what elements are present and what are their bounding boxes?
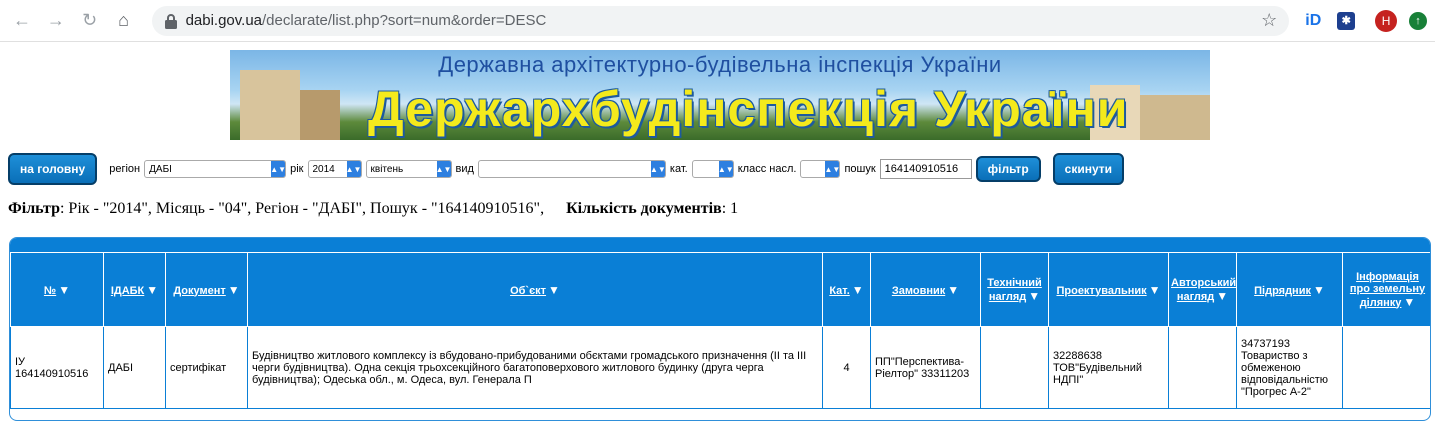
select-arrow-icon: ▲▼: [650, 161, 665, 177]
browser-toolbar: ← → ↻ ⌂ dabi.gov.ua/declarate/list.php?s…: [0, 0, 1435, 42]
year-label: рік: [290, 163, 304, 175]
cell-idabk: ДАБІ: [103, 326, 166, 409]
banner-building: [240, 70, 300, 140]
home-button[interactable]: на головну: [8, 153, 98, 185]
column-header-category[interactable]: Кат. ▼: [822, 252, 871, 327]
column-header-technical-supervision[interactable]: Технічний нагляд ▼: [980, 252, 1049, 327]
class-label: класс насл.: [737, 163, 797, 175]
url-path: /declarate/list.php?sort=num&order=DESC: [262, 12, 547, 29]
column-header-idabk[interactable]: ІДАБК ▼: [103, 252, 166, 327]
table-header-row: № ▼ ІДАБК ▼ Документ ▼ Об`єкт ▼ Кат. ▼ Замовн…: [10, 252, 1430, 327]
class-select[interactable]: ▲▼: [800, 160, 841, 178]
year-select[interactable]: 2014 ▲▼: [307, 160, 362, 178]
region-label: регіон: [109, 163, 141, 175]
header-label: №: [43, 284, 57, 297]
cell-object: Будівництво житлового комплексу із вбудо…: [247, 326, 823, 409]
extension-icon[interactable]: ✱: [1337, 11, 1356, 30]
address-bar[interactable]: dabi.gov.ua/declarate/list.php?sort=num&…: [151, 5, 1290, 36]
header-label: Проектувальник: [1056, 284, 1147, 297]
banner-building: [300, 90, 340, 140]
id-extension-icon[interactable]: iD: [1301, 9, 1325, 33]
filter-summary: Фільтр: Рік - "2014", Місяць - "04", Рег…: [8, 200, 738, 218]
header-label: Кат.: [829, 284, 850, 297]
sort-down-icon: ▼: [1403, 294, 1416, 309]
type-select[interactable]: ▲▼: [477, 160, 666, 178]
header-label: Документ: [173, 284, 226, 297]
column-header-designer[interactable]: Проектувальник ▼: [1048, 252, 1169, 327]
sort-down-icon: ▼: [1028, 288, 1041, 303]
column-header-customer[interactable]: Замовник ▼: [870, 252, 981, 327]
year-select-value: 2014: [312, 163, 335, 175]
search-input[interactable]: [879, 159, 972, 179]
cell-number: ІУ 164140910516: [10, 326, 104, 409]
filter-bar: на головну регіон ДАБІ ▲▼ рік 2014 ▲▼ кв…: [8, 153, 1428, 185]
header-label: Замовник: [891, 284, 946, 297]
cell-category: 4: [822, 326, 871, 409]
search-label: пошук: [844, 163, 876, 175]
cell-author-supervision: [1168, 326, 1237, 409]
url-domain: dabi.gov.ua: [185, 12, 263, 29]
category-select[interactable]: ▲▼: [691, 160, 734, 178]
region-select[interactable]: ДАБІ ▲▼: [144, 160, 287, 178]
filter-button[interactable]: фільтр: [975, 156, 1041, 182]
banner-subtitle: Державна архітектурно-будівельна інспекц…: [438, 52, 1002, 77]
forward-icon[interactable]: →: [42, 7, 70, 35]
category-label: кат.: [669, 163, 688, 175]
documents-table: № ▼ ІДАБК ▼ Документ ▼ Об`єкт ▼ Кат. ▼ Замовн…: [10, 252, 1430, 409]
cell-technical-supervision: [980, 326, 1049, 409]
update-icon[interactable]: ↑: [1409, 11, 1427, 30]
reset-button[interactable]: скинути: [1052, 153, 1125, 185]
header-label: ІДАБК: [110, 284, 145, 297]
table-top-bar: [10, 238, 1430, 252]
select-arrow-icon: ▲▼: [270, 161, 286, 177]
select-arrow-icon: ▲▼: [718, 161, 733, 177]
cell-contractor: 34737193 Товариство з обмеженою відповід…: [1236, 326, 1343, 409]
cell-document: сертифікат: [165, 326, 248, 409]
select-arrow-icon: ▲▼: [825, 161, 840, 177]
banner-building: [1140, 95, 1210, 140]
back-icon[interactable]: ←: [8, 7, 36, 35]
sort-down-icon: ▼: [548, 282, 560, 297]
reload-icon[interactable]: ↻: [76, 7, 104, 35]
site-banner: Державна архітектурно-будівельна інспекц…: [230, 50, 1210, 140]
column-header-contractor[interactable]: Підрядник ▼: [1236, 252, 1343, 327]
select-arrow-icon: ▲▼: [436, 161, 451, 177]
column-header-number[interactable]: № ▼: [10, 252, 104, 327]
column-header-land-info[interactable]: Інформація про земельну ділянку ▼: [1342, 252, 1430, 327]
sort-down-icon: ▼: [947, 282, 960, 297]
month-select-value: квітень: [370, 163, 404, 175]
cell-customer: ПП"Перспектива-Ріелтор" 33311203: [870, 326, 981, 409]
header-label: Підрядник: [1254, 284, 1311, 297]
column-header-object[interactable]: Об`єкт ▼: [247, 252, 823, 327]
sort-down-icon: ▼: [58, 282, 71, 297]
document-count-value: : 1: [721, 200, 739, 217]
select-arrow-icon: ▲▼: [346, 161, 361, 177]
profile-avatar[interactable]: H: [1375, 9, 1398, 32]
banner-title: Держархбудінспекція України: [368, 81, 1129, 137]
column-header-author-supervision[interactable]: Авторський нагляд ▼: [1168, 252, 1237, 327]
table-row: ІУ 164140910516 ДАБІ сертифікат Будівниц…: [10, 326, 1430, 409]
bookmark-star-icon[interactable]: ☆: [1261, 10, 1277, 31]
filter-summary-label: Фільтр: [8, 200, 60, 217]
cell-designer: 32288638 ТОВ"Будівельний НДПІ": [1048, 326, 1169, 409]
home-icon[interactable]: ⌂: [110, 7, 138, 35]
lock-icon: [164, 13, 177, 29]
document-count-label: Кількість документів: [566, 200, 722, 217]
type-label: вид: [455, 163, 474, 175]
cell-land-info: [1342, 326, 1430, 409]
filter-summary-text: : Рік - "2014", Місяць - "04", Регіон - …: [59, 200, 545, 217]
column-header-document[interactable]: Документ ▼: [165, 252, 248, 327]
sort-down-icon: ▼: [851, 282, 864, 297]
sort-down-icon: ▼: [227, 282, 240, 297]
header-label: Об`єкт: [510, 284, 547, 297]
sort-down-icon: ▼: [146, 282, 159, 297]
month-select[interactable]: квітень ▲▼: [365, 160, 452, 178]
sort-down-icon: ▼: [1216, 288, 1229, 303]
region-select-value: ДАБІ: [149, 163, 172, 175]
sort-down-icon: ▼: [1312, 282, 1325, 297]
sort-down-icon: ▼: [1148, 282, 1161, 297]
documents-table-container: № ▼ ІДАБК ▼ Документ ▼ Об`єкт ▼ Кат. ▼ Замовн…: [9, 237, 1431, 421]
